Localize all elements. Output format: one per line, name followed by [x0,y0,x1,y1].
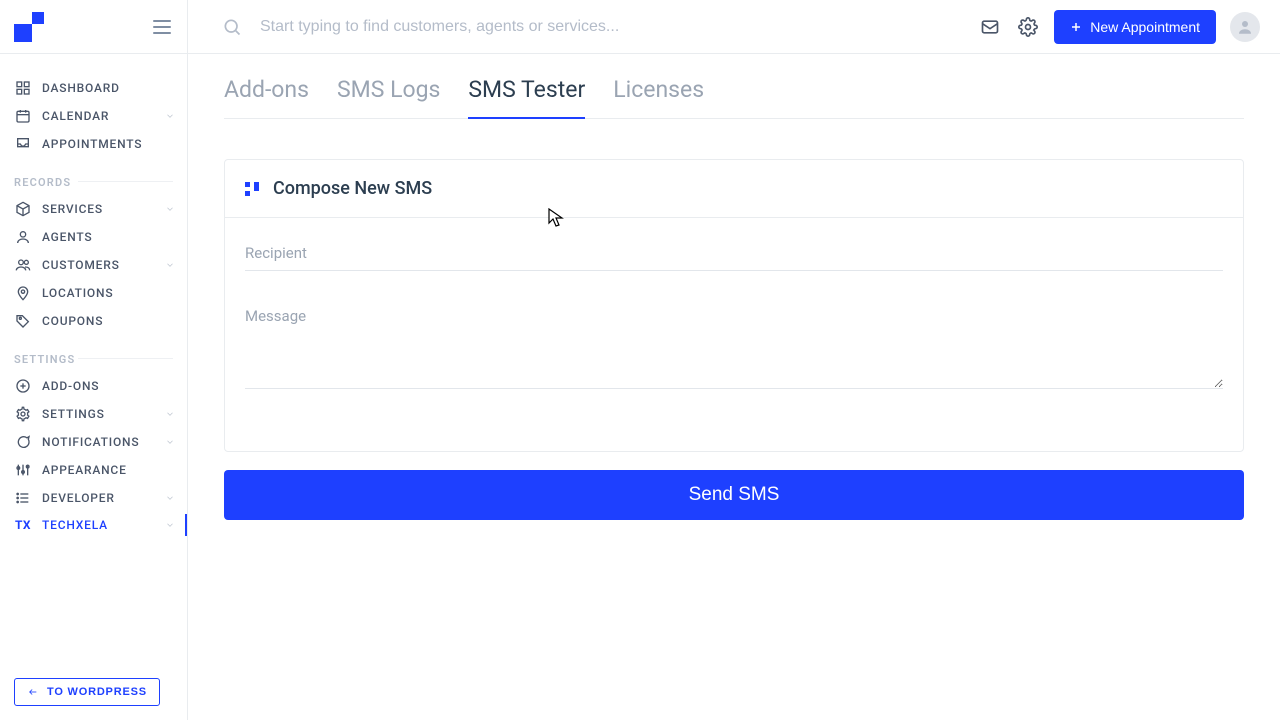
new-appointment-label: New Appointment [1090,19,1200,35]
tx-icon: TX [14,518,32,532]
sidebar-item-label: AGENTS [42,230,92,244]
search-icon [222,17,242,37]
sidebar-item-dashboard[interactable]: DASHBOARD [0,74,187,102]
sidebar-item-label: COUPONS [42,314,103,328]
sidebar-item-label: CALENDAR [42,109,109,123]
sidebar-item-label: SERVICES [42,202,103,216]
sidebar-item-coupons[interactable]: COUPONS [0,307,187,335]
list-icon [14,490,32,506]
tab-licenses[interactable]: Licenses [613,76,704,118]
message-input[interactable] [245,299,1223,389]
pin-icon [14,285,32,301]
chevron-down-icon [165,204,175,214]
tab-sms-tester[interactable]: SMS Tester [468,76,585,119]
back-to-wordpress-button[interactable]: TO WORDPRESS [14,678,160,706]
menu-toggle-icon[interactable] [153,20,171,34]
sidebar-item-customers[interactable]: CUSTOMERS [0,251,187,279]
chevron-down-icon [165,409,175,419]
sidebar-item-add-ons[interactable]: ADD-ONS [0,372,187,400]
compose-sms-card: Compose New SMS [224,159,1244,452]
sidebar-item-label: DEVELOPER [42,491,115,505]
sidebar-item-label: NOTIFICATIONS [42,435,139,449]
user-icon [14,229,32,245]
sidebar-section-settings: SETTINGS [0,335,187,372]
sidebar-item-label: TECHXELA [42,518,108,532]
tag-icon [14,313,32,329]
chevron-down-icon [165,437,175,447]
sidebar-item-locations[interactable]: LOCATIONS [0,279,187,307]
search-wrap [222,17,978,37]
card-body [225,218,1243,451]
sidebar-item-calendar[interactable]: CALENDAR [0,102,187,130]
cube-icon [14,201,32,217]
logo-area [0,0,188,53]
sidebar-item-label: APPEARANCE [42,463,127,477]
topbar-main: New Appointment [188,10,1280,44]
card-header: Compose New SMS [225,160,1243,218]
top-bar: New Appointment [0,0,1280,54]
card-title: Compose New SMS [273,178,432,199]
inbox-icon[interactable] [978,15,1002,39]
sidebar-item-notifications[interactable]: NOTIFICATIONS [0,428,187,456]
compose-icon [245,182,259,196]
inbox-icon [14,136,32,152]
back-label: TO WORDPRESS [47,686,147,698]
gear-icon [14,406,32,422]
chevron-down-icon [165,260,175,270]
sidebar-item-label: CUSTOMERS [42,258,120,272]
topbar-actions: New Appointment [978,10,1260,44]
sidebar-item-label: SETTINGS [42,407,105,421]
sidebar-item-agents[interactable]: AGENTS [0,223,187,251]
chevron-down-icon [165,111,175,121]
sidebar-item-label: APPOINTMENTS [42,137,142,151]
recipient-input[interactable] [245,236,1223,271]
users-icon [14,257,32,273]
calendar-icon [14,108,32,124]
send-sms-button[interactable]: Send SMS [224,470,1244,520]
sidebar-item-label: DASHBOARD [42,81,120,95]
sidebar-item-appointments[interactable]: APPOINTMENTS [0,130,187,158]
tab-sms-logs[interactable]: SMS Logs [337,76,440,118]
main-content: Add-ons SMS Logs SMS Tester Licenses Compos… [188,54,1280,720]
chevron-down-icon [165,493,175,503]
sidebar-item-services[interactable]: SERVICES [0,195,187,223]
sidebar-item-label: ADD-ONS [42,379,99,393]
search-input[interactable] [260,18,978,36]
tab-add-ons[interactable]: Add-ons [224,76,309,118]
gear-icon[interactable] [1016,15,1040,39]
sidebar-section-records: RECORDS [0,158,187,195]
new-appointment-button[interactable]: New Appointment [1054,10,1216,44]
app-logo[interactable] [14,12,44,42]
sidebar-item-developer[interactable]: DEVELOPER [0,484,187,512]
dashboard-icon [14,80,32,96]
sidebar-item-techxela[interactable]: TX TECHXELA [0,512,187,538]
sliders-icon [14,462,32,478]
sidebar: DASHBOARD CALENDAR APPOINTMENTS RECORDS SE… [0,54,188,720]
chat-icon [14,434,32,450]
avatar[interactable] [1230,12,1260,42]
tabs: Add-ons SMS Logs SMS Tester Licenses [224,54,1244,119]
chevron-down-icon [165,520,175,530]
sidebar-item-appearance[interactable]: APPEARANCE [0,456,187,484]
plus-circle-icon [14,378,32,394]
sidebar-item-settings[interactable]: SETTINGS [0,400,187,428]
sidebar-item-label: LOCATIONS [42,286,113,300]
